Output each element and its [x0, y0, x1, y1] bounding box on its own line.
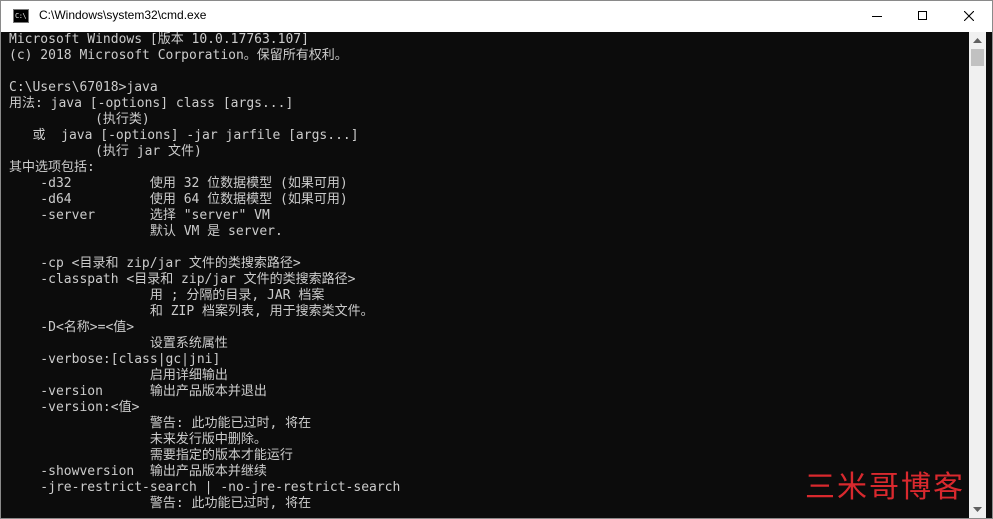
close-button[interactable] — [946, 1, 992, 32]
console-line: 未来发行版中删除。 — [9, 432, 267, 447]
cmd-console-icon[interactable]: C:\ — [13, 9, 29, 23]
close-icon — [964, 11, 974, 21]
cmd-window: C:\ C:\Windows\system32\cmd.exe Microsof… — [0, 0, 993, 519]
console-line: -version 输出产品版本并退出 — [9, 384, 267, 399]
console-line: 和 ZIP 档案列表, 用于搜索类文件。 — [9, 304, 374, 319]
title-bar[interactable]: C:\ C:\Windows\system32\cmd.exe — [1, 1, 992, 32]
console-line: 启用详细输出 — [9, 368, 228, 383]
vertical-scrollbar[interactable] — [969, 32, 986, 518]
chevron-up-icon — [973, 38, 982, 43]
console-line: (执行类) — [9, 112, 150, 127]
console-line: 需要指定的版本才能运行 — [9, 448, 293, 463]
console-line: (执行 jar 文件) — [9, 144, 202, 159]
console-line: -showversion 输出产品版本并继续 — [9, 464, 267, 479]
scrollbar-thumb[interactable] — [971, 49, 984, 66]
console-line: C:\Users\67018>java — [9, 80, 158, 95]
console-output[interactable]: Microsoft Windows [版本 10.0.17763.107] (c… — [1, 32, 975, 518]
console-line: 用法: java [-options] class [args...] — [9, 96, 294, 111]
console-line: -server 选择 "server" VM — [9, 208, 270, 223]
console-line: 设置系统属性 — [9, 336, 228, 351]
chevron-down-icon — [973, 507, 982, 512]
console-line: -classpath <目录和 zip/jar 文件的类搜索路径> — [9, 272, 356, 287]
console-line: -d64 使用 64 位数据模型 (如果可用) — [9, 192, 348, 207]
minimize-button[interactable] — [854, 1, 900, 32]
console-line: (c) 2018 Microsoft Corporation。保留所有权利。 — [9, 48, 348, 63]
maximize-icon — [918, 11, 927, 20]
console-line: 或 java [-options] -jar jarfile [args...] — [9, 128, 359, 143]
console-line: 警告: 此功能已过时, 将在 — [9, 496, 312, 511]
maximize-button[interactable] — [900, 1, 946, 32]
console-line: -d32 使用 32 位数据模型 (如果可用) — [9, 176, 348, 191]
console-line: 其中选项包括: — [9, 160, 95, 175]
window-title: C:\Windows\system32\cmd.exe — [39, 8, 207, 22]
cmd-icon-text: C:\ — [15, 12, 27, 20]
console-line: -verbose:[class|gc|jni] — [9, 352, 221, 367]
console-line: 警告: 此功能已过时, 将在 — [9, 416, 312, 431]
scroll-down-button[interactable] — [969, 501, 986, 518]
console-line: -jre-restrict-search | -no-jre-restrict-… — [9, 480, 401, 495]
console-line: 用 ; 分隔的目录, JAR 档案 — [9, 288, 325, 303]
console-line: 默认 VM 是 server. — [9, 224, 283, 239]
scroll-up-button[interactable] — [969, 32, 986, 49]
blog-watermark: 三米哥博客 — [805, 470, 965, 505]
console-line: -D<名称>=<值> — [9, 320, 135, 335]
minimize-icon — [872, 16, 882, 17]
console-line: Microsoft Windows [版本 10.0.17763.107] — [9, 32, 309, 47]
console-line: -cp <目录和 zip/jar 文件的类搜索路径> — [9, 256, 301, 271]
console-line: -version:<值> — [9, 400, 140, 415]
